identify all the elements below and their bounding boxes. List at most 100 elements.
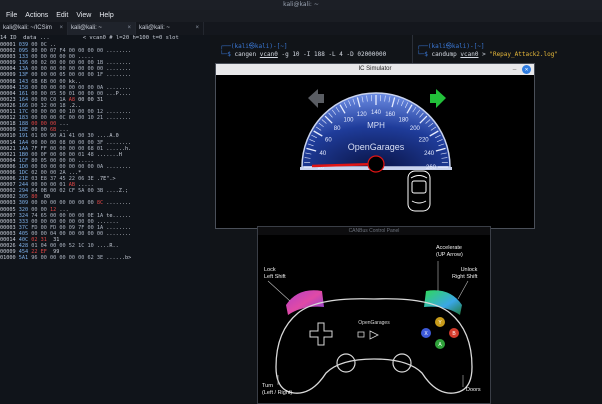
can-id: 183 xyxy=(18,115,29,122)
ascii-bytes: 00 00 31 xyxy=(78,96,104,103)
can-id: 161 xyxy=(18,90,29,97)
row-count: 00004 xyxy=(0,90,16,97)
changed-bytes: A8 xyxy=(68,96,75,103)
row-count: 00008 xyxy=(0,78,16,85)
car-doors-icon xyxy=(407,170,431,212)
needle-hub xyxy=(367,155,385,173)
start-icon xyxy=(369,330,379,340)
hex-bytes: 80 05 00 00 00 xyxy=(31,157,75,164)
close-icon[interactable]: × xyxy=(127,22,131,35)
speed-tick-label: 220 xyxy=(419,138,430,144)
row-count: 00002 xyxy=(0,194,16,201)
label-accelerate: Accelerate (UP Arrow) xyxy=(436,245,463,258)
gamepad-diagram: OpenGarages Y X B A xyxy=(267,261,473,394)
control-panel-window[interactable]: CANBus Control Panel OpenGarages Y X B A… xyxy=(257,226,491,404)
right-trigger-icon xyxy=(424,290,462,315)
hex-bytes: 00 00 00 00 00 00 00 00 xyxy=(31,66,104,73)
can-id: 1B0 xyxy=(18,151,29,158)
hex-bytes: 7F FF 00 00 00 00 68 01 xyxy=(31,145,104,152)
row-count: 00003 xyxy=(0,230,16,237)
row-count: 00002 xyxy=(0,48,16,55)
row-count: 00003 xyxy=(0,224,16,231)
can-id: 136 xyxy=(18,60,29,67)
can-id: 5A1 xyxy=(18,255,29,262)
label-unlock: Unlock Right Shift xyxy=(452,267,478,280)
ascii-bytes: .2.. xyxy=(68,102,82,109)
row-count: 01000 xyxy=(0,255,16,262)
ascii-bytes: ....R.. xyxy=(96,243,119,250)
can-id: 158 xyxy=(18,84,29,91)
hex-bytes: 80 00 07 F4 00 00 00 00 xyxy=(31,48,104,55)
ic-simulator-title: IC Simulator xyxy=(216,64,534,75)
speed-tick-label: 160 xyxy=(385,112,396,118)
menu-view[interactable]: View xyxy=(72,10,95,22)
ascii-bytes: ..... xyxy=(78,157,94,164)
dpad-icon xyxy=(309,322,333,346)
can-id: 40C xyxy=(18,237,29,243)
can-id: 21E xyxy=(18,176,29,183)
ascii-bytes: ........ xyxy=(106,48,132,55)
tab-icsim[interactable]: kali@kali: ~/ICSim × xyxy=(0,22,68,35)
tab-home-2[interactable]: kali@kali: ~ × xyxy=(136,22,204,35)
can-id: 305 xyxy=(18,194,29,201)
can-id: 324 xyxy=(18,212,29,219)
speed-tick-label: 60 xyxy=(325,138,332,144)
ascii-bytes: .. xyxy=(50,42,57,48)
ic-simulator-window[interactable]: IC Simulator — ✕ 20 40 60 80 100 120 140 160 180… xyxy=(215,63,535,229)
minimize-icon[interactable]: — xyxy=(510,65,519,74)
row-count: 00001 xyxy=(0,42,16,48)
hex-bytes: 00 00 00 00 10 00 00 12 xyxy=(31,109,104,116)
left-trigger-icon xyxy=(286,290,324,315)
cansniffer-pane[interactable]: 14 ID data ... < vcan0 # l=20 h=100 t=0 … xyxy=(0,35,210,404)
hex-bytes: 00 00 xyxy=(31,127,50,134)
hex-bytes: FD 00 FD 00 09 7F 00 1A xyxy=(31,224,104,231)
speed-tick-label: 100 xyxy=(343,117,354,123)
close-icon[interactable]: × xyxy=(195,22,199,35)
changed-bytes: 00 00 00 xyxy=(31,121,57,128)
can-id: 13A xyxy=(18,66,29,73)
can-id: 37C xyxy=(18,224,29,231)
ascii-bytes: ........ xyxy=(106,115,132,122)
hex-bytes: 96 00 00 00 00 00 62 3E xyxy=(31,255,104,262)
hex-bytes: 00 02 00 00 00 00 00 1B xyxy=(31,60,104,67)
can-id: 1DC xyxy=(18,169,29,176)
speed-tick-label: 140 xyxy=(371,110,382,116)
tab-label: kali@kali: ~ xyxy=(71,25,102,31)
menu-actions[interactable]: Actions xyxy=(21,10,52,22)
changed-bytes: 6B xyxy=(50,127,57,134)
label-lock: Lock Left Shift xyxy=(264,267,286,280)
row-count: 00003 xyxy=(0,200,16,207)
can-id: 039 xyxy=(18,42,29,48)
changed-bytes: 80 xyxy=(31,194,41,201)
ascii-bytes: ........ xyxy=(106,230,132,237)
can-id: 188 xyxy=(18,121,29,128)
row-count: 00005 xyxy=(0,206,16,213)
menu-help[interactable]: Help xyxy=(95,10,117,22)
window-title: kali@kali: ~ xyxy=(0,0,602,10)
menu-edit[interactable]: Edit xyxy=(52,10,72,22)
ascii-bytes: ... xyxy=(59,121,69,128)
hex-bytes: 74 65 00 00 00 00 0E 1A xyxy=(31,212,104,219)
control-panel-title: CANBus Control Panel xyxy=(258,227,490,235)
instrument-cluster: 20406080100120 140 160180200220240260 MPH … xyxy=(300,89,452,212)
row-count: 00007 xyxy=(0,212,16,219)
tab-home-1[interactable]: kali@kali: ~ × xyxy=(68,22,136,35)
menu-file[interactable]: File xyxy=(2,10,21,22)
row-count: 00014 xyxy=(0,237,16,243)
row-count: 00009 xyxy=(0,127,16,134)
dump-rows: 00001 039 00 0C .. 00002 095 80 00 07 F4 … xyxy=(0,42,210,261)
hex-bytes: 00 00 00 00 00 00 00 xyxy=(31,200,97,207)
row-count: 00003 xyxy=(0,218,16,225)
can-id: 166 xyxy=(18,102,29,109)
speed-tick-label: 260 xyxy=(426,165,437,171)
changed-bytes: 22 EF xyxy=(31,249,50,256)
hex-bytes: 00 00 00 00 00 00 00 0A xyxy=(31,163,104,170)
changed-bytes: AB xyxy=(68,182,75,189)
can-id: 294 xyxy=(18,188,29,195)
ascii-bytes: ... xyxy=(59,206,69,213)
hex-bytes: D0 32 00 18 xyxy=(31,102,66,109)
hex-bytes: 00 00 00 01 xyxy=(31,182,69,189)
close-icon[interactable]: ✕ xyxy=(522,65,531,74)
ascii-bytes: ...* xyxy=(68,169,82,176)
close-icon[interactable]: × xyxy=(59,22,63,35)
